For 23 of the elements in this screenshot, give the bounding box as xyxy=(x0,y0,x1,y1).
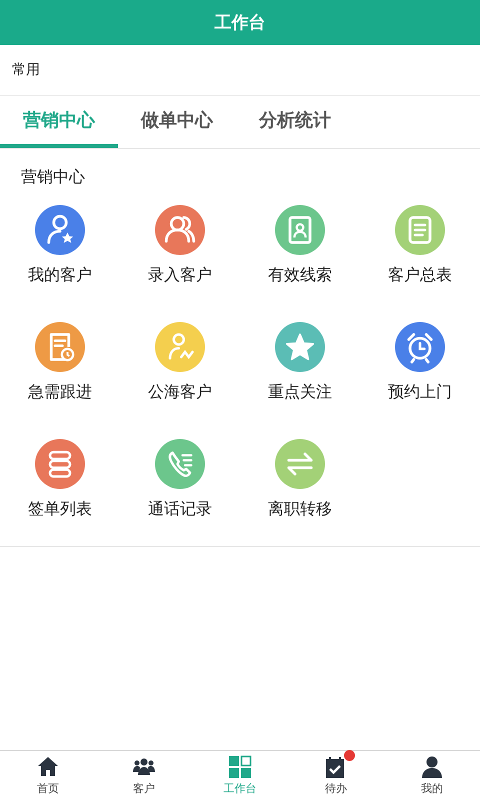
shortcut-button[interactable]: 重点关注 xyxy=(240,322,360,403)
page-title: 工作台 xyxy=(214,12,266,34)
section-title: 营销中心 xyxy=(21,167,85,186)
shortcut-button[interactable]: 我的客户 xyxy=(0,205,120,286)
home-icon xyxy=(36,755,60,779)
shortcut-button[interactable]: 录入客户 xyxy=(120,205,240,286)
shortcut-button[interactable]: 客户总表 xyxy=(360,205,480,286)
shortcut-button[interactable]: 通话记录 xyxy=(120,439,240,520)
nav-tab[interactable]: 我的 xyxy=(384,751,480,800)
shortcut-button[interactable]: 急需跟进 xyxy=(0,322,120,403)
nav-tab[interactable]: 客户 xyxy=(96,751,192,800)
shortcut-button[interactable]: 公海客户 xyxy=(120,322,240,403)
tab[interactable]: 分析统计 xyxy=(236,96,354,148)
nav-tab[interactable]: 待办 xyxy=(288,751,384,800)
nav-tab[interactable]: 首页 xyxy=(0,751,96,800)
grid-icon xyxy=(228,755,252,779)
shortcut-button[interactable]: 预约上门 xyxy=(360,322,480,403)
tab[interactable]: 做单中心 xyxy=(118,96,236,148)
section-label: 常用 xyxy=(12,61,40,79)
shortcut-button[interactable]: 有效线索 xyxy=(240,205,360,286)
person-icon xyxy=(420,755,444,779)
shortcut-button[interactable]: 签单列表 xyxy=(0,439,120,520)
shortcut-button[interactable]: 离职转移 xyxy=(240,439,360,520)
